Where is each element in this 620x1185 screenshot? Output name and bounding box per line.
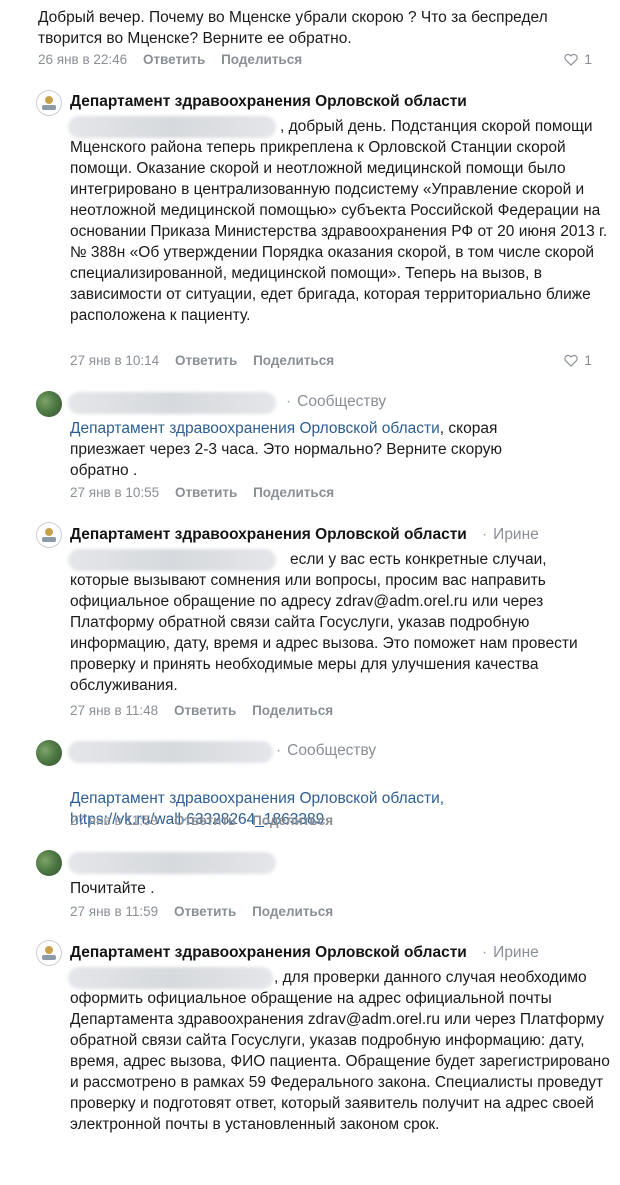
comment-text: Добрый вечер. Почему во Мценске убрали с… (38, 9, 548, 47)
reply-button[interactable]: Ответить (174, 703, 236, 718)
comment-footer: 27 янв в 10:55 Ответить Поделиться (70, 485, 334, 500)
like-button[interactable]: 1 (564, 352, 592, 368)
redacted-name (68, 392, 276, 414)
reply-to-label[interactable]: Сообществу (287, 742, 376, 759)
reply-target: · Сообществу (276, 742, 377, 759)
reply-button[interactable]: Ответить (175, 353, 237, 368)
comment-footer: 27 янв в 10:14 Ответить Поделиться (70, 353, 334, 368)
comment-text: , для проверки данного случая необходимо… (70, 969, 610, 1133)
avatar[interactable] (36, 940, 62, 966)
reply-button[interactable]: Ответить (174, 904, 236, 919)
share-button[interactable]: Поделиться (221, 52, 302, 67)
comment-date[interactable]: 27 янв в 11:59 (70, 813, 158, 828)
avatar[interactable] (36, 850, 62, 876)
comment-author[interactable]: Департамент здравоохранения Орловской об… (70, 944, 467, 962)
reply-target: · Сообществу (286, 393, 387, 410)
like-count: 1 (584, 352, 592, 368)
comment-feed: Добрый вечер. Почему во Мценске убрали с… (0, 0, 620, 1185)
comment-author[interactable]: Департамент здравоохранения Орловской об… (70, 526, 467, 544)
reply-button[interactable]: Ответить (174, 813, 236, 828)
reply-to-label[interactable]: Ирине (493, 944, 539, 961)
redacted-name (68, 741, 273, 763)
avatar[interactable] (36, 522, 62, 548)
reply-button[interactable]: Ответить (143, 52, 205, 67)
comment-footer: 27 янв в 11:59 Ответить Поделиться (70, 813, 333, 828)
like-button[interactable]: 1 (564, 51, 592, 67)
mention-link[interactable]: Департамент здравоохранения Орловской об… (70, 420, 440, 437)
comment-date[interactable]: 27 янв в 11:48 (70, 703, 158, 718)
comment-footer: 27 янв в 11:59 Ответить Поделиться (70, 904, 333, 919)
share-button[interactable]: Поделиться (252, 703, 333, 718)
comment-text: , добрый день. Подстанция скорой помощи … (70, 118, 608, 324)
comment-date[interactable]: 26 янв в 22:46 (38, 52, 127, 67)
avatar[interactable] (36, 740, 62, 766)
share-button[interactable]: Поделиться (252, 904, 333, 919)
reply-button[interactable]: Ответить (175, 485, 237, 500)
comment-date[interactable]: 27 янв в 10:55 (70, 485, 159, 500)
comment-author[interactable]: Департамент здравоохранения Орловской об… (70, 93, 467, 111)
avatar[interactable] (36, 90, 62, 116)
share-button[interactable]: Поделиться (252, 813, 333, 828)
reply-target: · Ирине (482, 944, 539, 961)
reply-target: · Ирине (482, 526, 539, 543)
redacted-name (68, 852, 276, 874)
comment-text: Департамент здравоохранения Орловской об… (70, 420, 503, 479)
comment-footer: 27 янв в 11:48 Ответить Поделиться (70, 703, 333, 718)
comment-footer: 26 янв в 22:46 Ответить Поделиться (38, 52, 302, 67)
avatar[interactable] (36, 391, 62, 417)
reply-to-label[interactable]: Сообществу (297, 393, 386, 410)
heart-outline-icon (564, 354, 578, 367)
heart-outline-icon (564, 53, 578, 66)
comment-text: Почитайте . (70, 880, 155, 897)
share-button[interactable]: Поделиться (253, 353, 334, 368)
comment-date[interactable]: 27 янв в 10:14 (70, 353, 159, 368)
like-count: 1 (584, 51, 592, 67)
comment-date[interactable]: 27 янв в 11:59 (70, 904, 158, 919)
reply-to-label[interactable]: Ирине (493, 526, 539, 543)
share-button[interactable]: Поделиться (253, 485, 334, 500)
comment-text: если у вас есть конкретные случаи, котор… (70, 551, 578, 694)
